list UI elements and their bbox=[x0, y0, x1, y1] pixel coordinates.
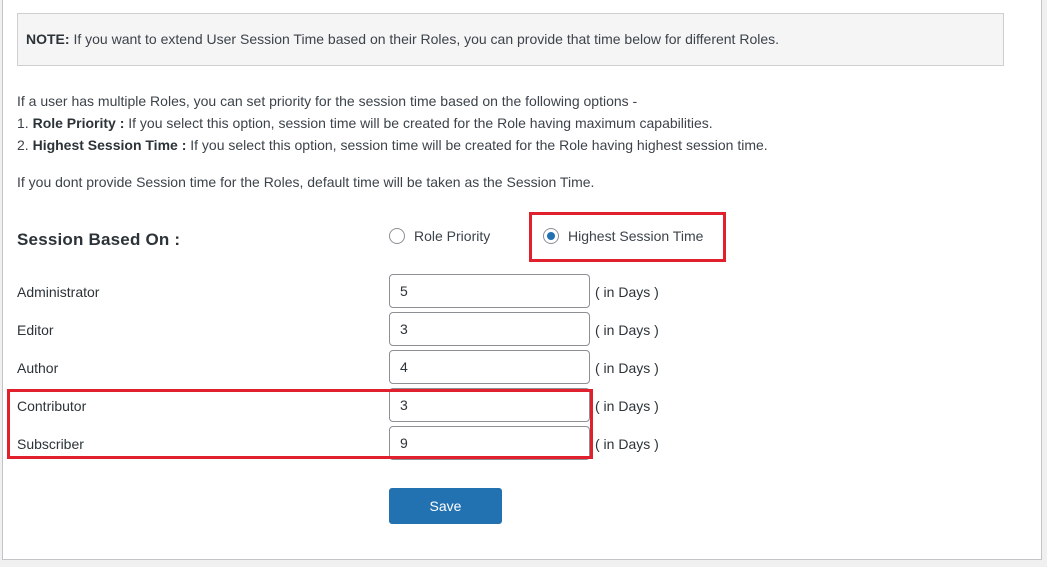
radio-checked-icon[interactable] bbox=[543, 228, 559, 244]
option-2-number: 2. bbox=[17, 137, 33, 153]
option-1-number: 1. bbox=[17, 115, 33, 131]
session-time-input-contributor[interactable] bbox=[389, 388, 590, 422]
role-label-editor: Editor bbox=[17, 322, 54, 338]
option-2-label: Highest Session Time : bbox=[32, 137, 187, 153]
session-based-on-label: Session Based On : bbox=[17, 230, 181, 249]
session-time-input-administrator[interactable] bbox=[389, 274, 590, 308]
role-label-subscriber: Subscriber bbox=[17, 436, 84, 452]
radio-role-priority-label: Role Priority bbox=[414, 228, 491, 244]
note-box: NOTE: If you want to extend User Session… bbox=[17, 13, 1004, 66]
note-label: NOTE: bbox=[26, 31, 70, 47]
role-label-author: Author bbox=[17, 360, 59, 376]
description-intro: If a user has multiple Roles, you can se… bbox=[17, 93, 638, 109]
role-label-contributor: Contributor bbox=[17, 398, 87, 414]
description-option-1: 1. Role Priority : If you select this op… bbox=[17, 115, 713, 131]
unit-label-author: ( in Days ) bbox=[595, 360, 659, 376]
radio-highest-session-time-label: Highest Session Time bbox=[568, 228, 704, 244]
description-default-note: If you dont provide Session time for the… bbox=[17, 174, 595, 190]
session-time-input-author[interactable] bbox=[389, 350, 590, 384]
unit-label-subscriber: ( in Days ) bbox=[595, 436, 659, 452]
unit-label-editor: ( in Days ) bbox=[595, 322, 659, 338]
unit-label-administrator: ( in Days ) bbox=[595, 284, 659, 300]
radio-role-priority[interactable]: Role Priority bbox=[389, 228, 490, 244]
unit-label-contributor: ( in Days ) bbox=[595, 398, 659, 414]
description-option-2: 2. Highest Session Time : If you select … bbox=[17, 137, 768, 153]
radio-highest-session-time[interactable]: Highest Session Time bbox=[543, 228, 703, 244]
radio-unchecked-icon[interactable] bbox=[389, 228, 405, 244]
session-settings-panel: NOTE: If you want to extend User Session… bbox=[2, 0, 1042, 560]
session-time-input-subscriber[interactable] bbox=[389, 426, 590, 460]
note-text: If you want to extend User Session Time … bbox=[69, 31, 780, 47]
option-1-label: Role Priority : bbox=[32, 115, 125, 131]
option-2-text: If you select this option, session time … bbox=[186, 137, 768, 153]
save-button[interactable]: Save bbox=[389, 488, 502, 524]
role-label-administrator: Administrator bbox=[17, 284, 100, 300]
option-1-text: If you select this option, session time … bbox=[124, 115, 713, 131]
session-time-input-editor[interactable] bbox=[389, 312, 590, 346]
